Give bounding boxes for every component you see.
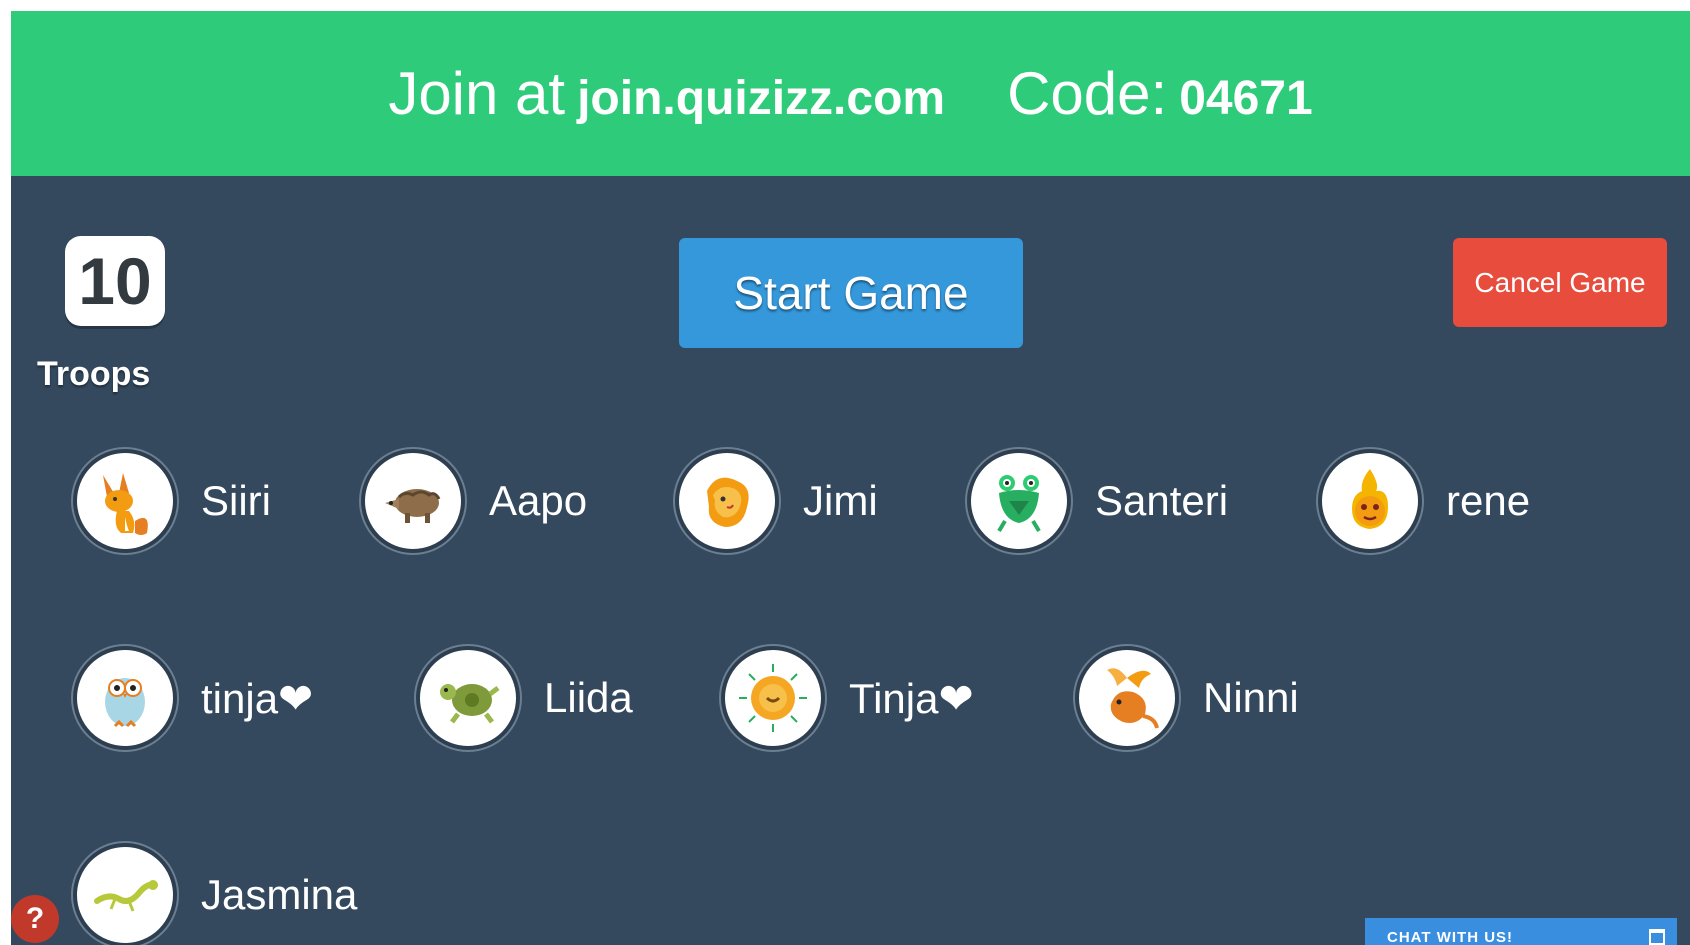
player-name: Tinja❤: [849, 674, 974, 722]
sun-flower-icon: [721, 646, 825, 750]
game-code: Code: 04671: [1007, 59, 1313, 128]
turtle-icon: [416, 646, 520, 750]
player-name: rene: [1446, 477, 1531, 524]
player-item: Jasmina: [73, 843, 357, 945]
player-name: Santeri: [1095, 477, 1229, 524]
owl-icon: [73, 646, 177, 750]
start-game-button[interactable]: Start Game: [679, 238, 1023, 348]
player-name: tinja❤: [201, 674, 314, 722]
player-item: rene: [1318, 449, 1530, 553]
minimize-icon[interactable]: [1649, 929, 1665, 945]
player-item: Aapo: [361, 449, 587, 553]
green-monster-icon: [967, 449, 1071, 553]
player-name: Jimi: [803, 477, 878, 524]
player-item: Jimi: [675, 449, 878, 553]
fox-icon: [73, 449, 177, 553]
join-url[interactable]: join.quizizz.com: [577, 71, 945, 126]
player-count: 10: [65, 236, 165, 326]
chat-widget-tab[interactable]: CHAT WITH US!: [1365, 918, 1677, 945]
player-name: Jasmina: [201, 871, 358, 918]
player-item: Tinja❤: [721, 646, 974, 750]
armadillo-icon: [361, 449, 465, 553]
lizard-icon: [73, 843, 177, 945]
player-item: tinja❤: [73, 646, 313, 750]
fireball-icon: [1318, 449, 1422, 553]
help-icon[interactable]: ?: [11, 895, 59, 943]
join-prefix: Join at: [388, 60, 566, 127]
cancel-game-button[interactable]: Cancel Game: [1453, 238, 1667, 327]
player-item: Liida: [416, 646, 633, 750]
player-count-label: Troops: [37, 355, 151, 393]
join-info: Join at join.quizizz.com: [388, 59, 945, 128]
player-name: Liida: [544, 674, 633, 721]
player-item: Santeri: [967, 449, 1228, 553]
dragon-icon: [1075, 646, 1179, 750]
player-name: Aapo: [489, 477, 588, 524]
code-value: 04671: [1179, 72, 1313, 125]
fire-lion-icon: [675, 449, 779, 553]
player-name: Ninni: [1203, 674, 1299, 721]
lobby-screen: Join at join.quizizz.com Code: 04671 10 …: [11, 11, 1690, 945]
join-banner: Join at join.quizizz.com Code: 04671: [11, 11, 1690, 176]
player-name: Siiri: [201, 477, 271, 524]
code-prefix: Code:: [1007, 60, 1168, 127]
player-item: Siiri: [73, 449, 271, 553]
chat-label: CHAT WITH US!: [1387, 928, 1514, 945]
player-item: Ninni: [1075, 646, 1299, 750]
